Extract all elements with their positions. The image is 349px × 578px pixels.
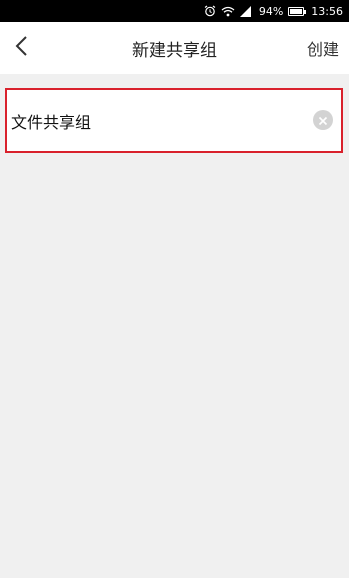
- group-name-row: [5, 88, 343, 153]
- clear-icon: [318, 111, 328, 130]
- battery-icon: [288, 6, 307, 16]
- group-name-input[interactable]: [11, 111, 301, 130]
- chevron-left-icon: [14, 35, 28, 61]
- content-area: [0, 74, 349, 578]
- wifi-icon: [221, 6, 235, 17]
- page-title: 新建共享组: [132, 40, 217, 61]
- alarm-icon: [204, 5, 216, 17]
- back-button[interactable]: [6, 32, 36, 64]
- status-bar: 94% 13:56: [0, 0, 349, 22]
- create-button[interactable]: 创建: [307, 36, 339, 60]
- clock: 13:56: [311, 4, 343, 18]
- clear-button[interactable]: [313, 110, 333, 130]
- nav-bar: 新建共享组 创建: [0, 22, 349, 74]
- signal-icon: [239, 5, 252, 17]
- battery-percent: 94%: [258, 4, 284, 18]
